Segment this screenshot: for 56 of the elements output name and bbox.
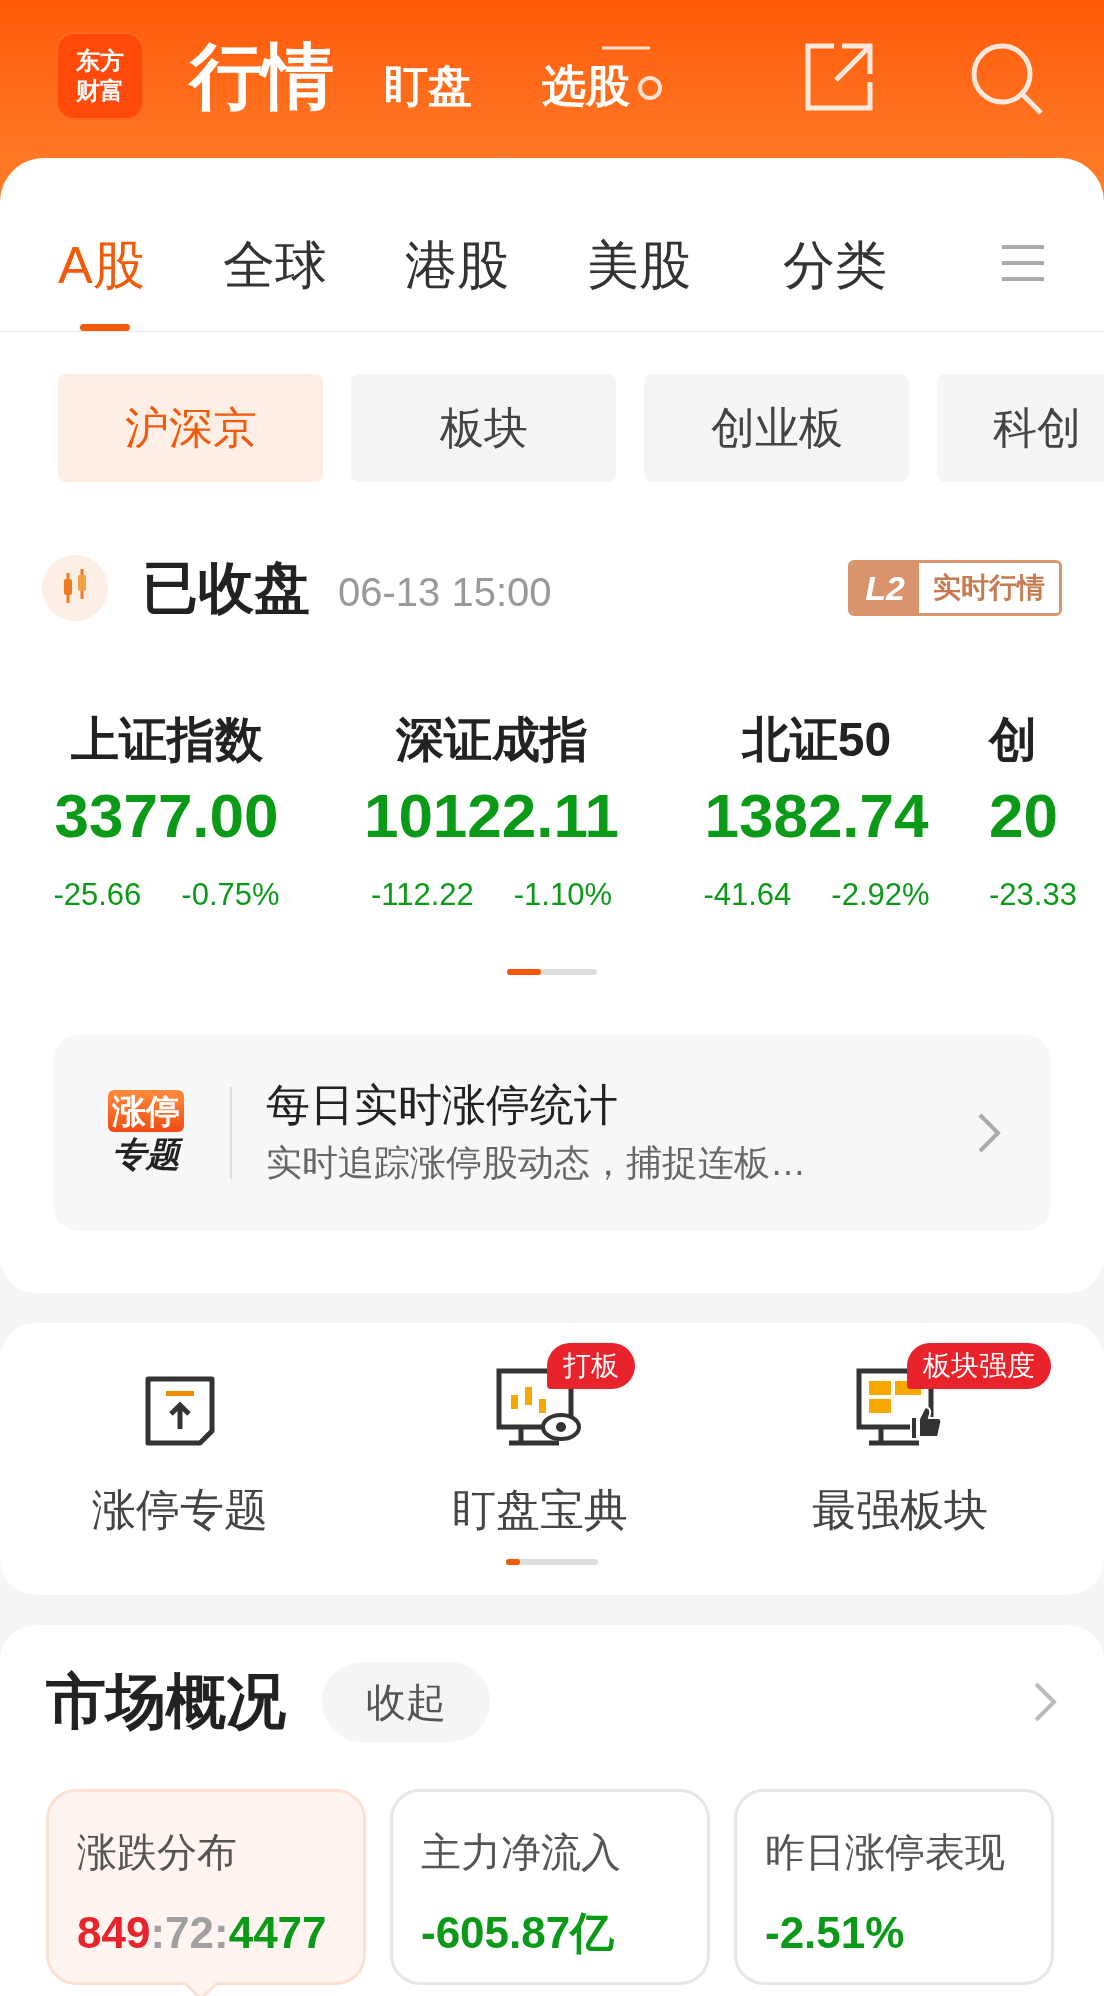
card-label: 昨日涨停表现 (765, 1829, 1006, 1876)
index-percent: -2.92% (831, 876, 930, 914)
shortcut-label: 最强板块 (812, 1484, 988, 1536)
shortcut-label: 涨停专题 (92, 1484, 268, 1536)
index-name: 上证指数 (70, 712, 263, 768)
shortcut-item[interactable]: 涨停专题 (0, 1337, 360, 1543)
index-name: 深证成指 (395, 712, 588, 768)
logo-text: 财富 (76, 76, 124, 106)
logo-text: 东方 (76, 46, 124, 76)
card-value: -605.87亿 (421, 1907, 615, 1959)
banner-subtitle: 实时追踪涨停股动态，捕捉连板… (266, 1140, 806, 1185)
index-name: 北证50 (741, 712, 892, 768)
banner-title: 每日实时涨停统计 (266, 1078, 619, 1131)
card-label: 涨跌分布 (77, 1829, 238, 1876)
card-label: 主力净流入 (421, 1829, 622, 1876)
value-part: :72: (150, 1907, 229, 1959)
market-status: 已收盘 (142, 555, 310, 621)
market-tab[interactable]: 美股 (586, 230, 691, 331)
badge: 板块强度 (907, 1343, 1051, 1389)
market-tab[interactable]: 全球 (222, 230, 327, 331)
index-value: 1382.74 (704, 780, 929, 852)
tag-text: 涨停 (108, 1089, 184, 1132)
shortcut-label: 盯盘宝典 (452, 1484, 628, 1536)
index-name: 创 (989, 712, 1037, 768)
index-value: 10122.11 (363, 780, 620, 852)
index-value: 20 (989, 780, 1058, 852)
value-part: 849 (77, 1907, 151, 1959)
shortcut-item[interactable]: 板块强度 最强板块 (720, 1337, 1080, 1543)
index-percent: -1.10% (513, 876, 613, 914)
menu-icon[interactable] (1000, 243, 1046, 283)
shortcut-item[interactable]: 打板 盯盘宝典 (360, 1337, 720, 1543)
index-change: -112.22 (370, 876, 474, 914)
badge-tag: L2 (851, 563, 919, 613)
index-change: -23.33 (989, 876, 1077, 914)
index-change: -41.64 (703, 876, 792, 914)
status-time: 06-13 15:00 (338, 569, 552, 616)
tab-underline (80, 324, 130, 331)
overview-card[interactable]: 昨日涨停表现 -2.51% (734, 1789, 1054, 1985)
overview-card[interactable]: 主力净流入 -605.87亿 (390, 1789, 710, 1985)
card-value: -2.51% (765, 1907, 905, 1959)
candlestick-icon (42, 555, 108, 621)
page-title: 行情 (190, 35, 334, 118)
index-change: -25.66 (53, 876, 142, 914)
market-tab[interactable]: 分类 (782, 230, 887, 331)
value-part: 4477 (228, 1907, 327, 1959)
index-value: 3377.00 (54, 780, 279, 852)
market-tab[interactable]: 港股 (404, 230, 509, 331)
chevron-right-icon[interactable] (1032, 1680, 1058, 1724)
index-percent: -0.75% (181, 876, 280, 914)
badge: 打板 (547, 1343, 635, 1389)
collapse-button[interactable]: 收起 (322, 1662, 490, 1742)
section-title: 市场概况 (46, 1667, 286, 1737)
filter-chip[interactable]: 板块 (351, 374, 616, 482)
filter-chip[interactable]: 创业板 (644, 374, 909, 482)
filter-chip[interactable]: 科创 (937, 374, 1104, 482)
banner-card[interactable]: 涨停 专题 每日实时涨停统计 实时追踪涨停股动态，捕捉连板… (54, 1034, 1050, 1231)
